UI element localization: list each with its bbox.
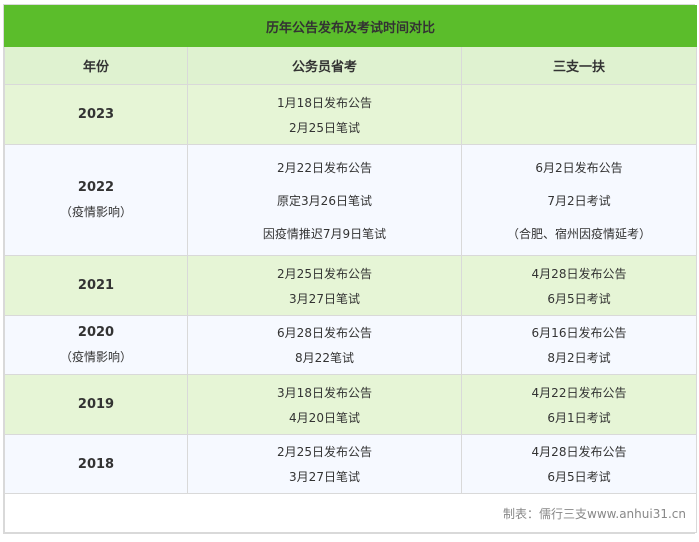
civil-line: 3月27日笔试 bbox=[289, 291, 360, 306]
civil-line: 2月25日发布公告 bbox=[277, 445, 372, 459]
sanzhi-cell: 6月2日发布公告 7月2日考试 （合肥、宿州因疫情延考） bbox=[461, 144, 697, 256]
table-header-row: 年份 公务员省考 三支一扶 bbox=[4, 46, 697, 85]
civil-line: 8月22笔试 bbox=[295, 351, 354, 365]
civil-exam-cell: 2月22日发布公告 原定3月26日笔试 因疫情推迟7月9日笔试 bbox=[187, 144, 462, 256]
civil-exam-cell: 2月25日发布公告 3月27日笔试 bbox=[187, 434, 462, 494]
comparison-table: 历年公告发布及考试时间对比 年份 公务员省考 三支一扶 2023 1月18日发布… bbox=[4, 5, 697, 533]
header-civil-exam: 公务员省考 bbox=[187, 46, 462, 85]
sanzhi-cell bbox=[461, 84, 697, 145]
civil-line: 3月18日发布公告 bbox=[277, 385, 372, 400]
year-label: 2022 bbox=[77, 180, 115, 195]
civil-exam-cell: 6月28日发布公告 8月22笔试 bbox=[187, 315, 462, 375]
table-row: 2022 （疫情影响） 2月22日发布公告 原定3月26日笔试 因疫情推迟7月9… bbox=[4, 144, 697, 256]
header-year: 年份 bbox=[4, 46, 188, 85]
sanzhi-line: 7月2日考试 bbox=[547, 193, 611, 208]
year-note: （疫情影响） bbox=[59, 205, 132, 219]
year-cell: 2018 bbox=[4, 434, 188, 494]
sanzhi-line: 6月2日发布公告 bbox=[535, 160, 623, 175]
civil-line: 2月22日发布公告 bbox=[277, 160, 372, 175]
civil-line: 2月25日发布公告 bbox=[277, 266, 372, 281]
sanzhi-cell: 4月22日发布公告 6月1日考试 bbox=[461, 374, 697, 435]
table-credit: 制表：儒行三支www.anhui31.cn bbox=[4, 493, 697, 533]
civil-exam-cell: 1月18日发布公告 2月25日笔试 bbox=[187, 84, 462, 145]
civil-line: 原定3月26日笔试 bbox=[277, 193, 372, 208]
sanzhi-cell: 4月28日发布公告 6月5日考试 bbox=[461, 434, 697, 494]
table-row: 2023 1月18日发布公告 2月25日笔试 bbox=[4, 84, 697, 145]
sanzhi-line: 6月16日发布公告 bbox=[531, 326, 627, 340]
civil-line: 因疫情推迟7月9日笔试 bbox=[262, 226, 387, 241]
table-row: 2021 2月25日发布公告 3月27日笔试 4月28日发布公告 6月5日考试 bbox=[4, 255, 697, 316]
comparison-table-container: 历年公告发布及考试时间对比 年份 公务员省考 三支一扶 2023 1月18日发布… bbox=[3, 4, 697, 534]
year-cell: 2023 bbox=[4, 84, 188, 145]
table-row: 2019 3月18日发布公告 4月20日笔试 4月22日发布公告 6月1日考试 bbox=[4, 374, 697, 435]
table-footer-row: 制表：儒行三支www.anhui31.cn bbox=[4, 493, 697, 533]
civil-exam-cell: 3月18日发布公告 4月20日笔试 bbox=[187, 374, 462, 435]
sanzhi-line: （合肥、宿州因疫情延考） bbox=[506, 226, 651, 241]
header-sanzhi: 三支一扶 bbox=[461, 46, 697, 85]
year-label: 2021 bbox=[77, 278, 115, 293]
year-cell: 2021 bbox=[4, 255, 188, 316]
table-title-row: 历年公告发布及考试时间对比 bbox=[4, 5, 697, 47]
civil-line: 6月28日发布公告 bbox=[277, 326, 372, 340]
sanzhi-line: 6月5日考试 bbox=[547, 291, 611, 306]
sanzhi-line: 4月22日发布公告 bbox=[531, 385, 627, 400]
civil-line: 2月25日笔试 bbox=[289, 120, 360, 135]
table-row: 2020 （疫情影响） 6月28日发布公告 8月22笔试 6月16日发布公告 8… bbox=[4, 315, 697, 375]
civil-line: 3月27日笔试 bbox=[289, 470, 360, 484]
year-label: 2019 bbox=[77, 397, 115, 412]
civil-line: 4月20日笔试 bbox=[289, 410, 360, 425]
sanzhi-cell: 6月16日发布公告 8月2日考试 bbox=[461, 315, 697, 375]
civil-line: 1月18日发布公告 bbox=[277, 95, 372, 110]
year-label: 2020 bbox=[77, 325, 115, 340]
year-label: 2018 bbox=[77, 456, 115, 472]
sanzhi-line: 4月28日发布公告 bbox=[531, 445, 627, 459]
sanzhi-line: 6月5日考试 bbox=[547, 470, 611, 484]
year-cell: 2019 bbox=[4, 374, 188, 435]
year-label: 2023 bbox=[77, 107, 115, 122]
table-row: 2018 2月25日发布公告 3月27日笔试 4月28日发布公告 6月5日考试 bbox=[4, 434, 697, 494]
year-cell: 2020 （疫情影响） bbox=[4, 315, 188, 375]
civil-exam-cell: 2月25日发布公告 3月27日笔试 bbox=[187, 255, 462, 316]
sanzhi-line: 6月1日考试 bbox=[547, 410, 611, 425]
year-cell: 2022 （疫情影响） bbox=[4, 144, 188, 256]
sanzhi-line: 4月28日发布公告 bbox=[531, 266, 627, 281]
sanzhi-cell: 4月28日发布公告 6月5日考试 bbox=[461, 255, 697, 316]
year-note: （疫情影响） bbox=[59, 350, 132, 364]
sanzhi-line: 8月2日考试 bbox=[547, 351, 611, 365]
table-title: 历年公告发布及考试时间对比 bbox=[4, 5, 697, 47]
